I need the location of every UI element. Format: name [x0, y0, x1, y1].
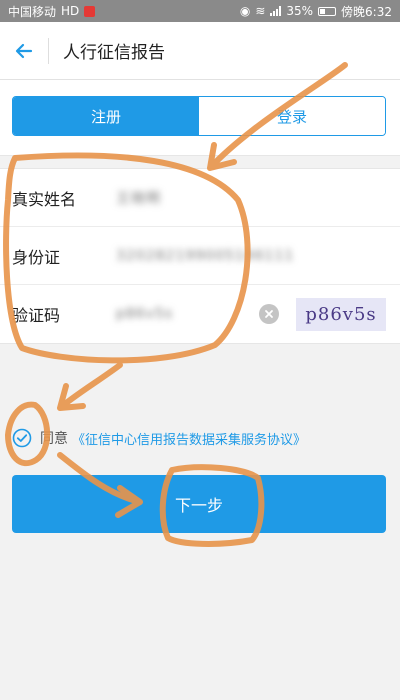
tab-login[interactable]: 登录: [199, 97, 385, 135]
agree-label: 同意: [40, 431, 68, 447]
id-card-input[interactable]: 320282199005146111: [116, 248, 294, 264]
app-header: 人行征信报告: [0, 22, 400, 80]
arrow-left-icon: [15, 43, 33, 58]
name-input[interactable]: 王晓明: [116, 188, 161, 208]
next-button[interactable]: 下一步: [12, 475, 386, 533]
eye-icon: ◉: [239, 4, 251, 18]
code-input[interactable]: p86v5s: [116, 306, 173, 322]
id-card-label: 身份证: [12, 247, 61, 267]
agreement-link[interactable]: 《征信中心信用报告数据采集服务协议》: [72, 429, 306, 448]
registration-form: 真实姓名 王晓明 身份证 320282199005146111 验证码 p86v…: [0, 168, 400, 344]
tab-area: 注册 登录: [0, 80, 400, 156]
signal-icon: [270, 6, 282, 16]
wifi-icon: ≋: [255, 4, 266, 18]
message-notification-icon: [84, 5, 96, 17]
tab-register[interactable]: 注册: [13, 97, 199, 135]
clock: 傍晚6:32: [341, 4, 392, 19]
captcha-image[interactable]: p86v5s: [296, 298, 386, 331]
back-button[interactable]: [0, 22, 48, 80]
header-divider: [48, 37, 49, 64]
id-card-row: 身份证 320282199005146111: [0, 227, 400, 285]
code-label: 验证码: [12, 306, 61, 325]
auth-tabs: 注册 登录: [12, 96, 386, 136]
carrier-label: 中国移动: [8, 4, 57, 19]
name-row: 真实姓名 王晓明: [0, 169, 400, 227]
battery-icon: [318, 6, 337, 16]
hd-label: HD: [61, 4, 80, 18]
checkmark-circle-icon[interactable]: [12, 428, 32, 448]
page-title: 人行征信报告: [63, 43, 165, 63]
status-bar: 中国移动 HD ◉ ≋ 35% 傍晚6:32: [0, 0, 400, 22]
annotation-arrow-2: [57, 362, 123, 411]
agreement-row: 同意 《征信中心信用报告数据采集服务协议》: [12, 425, 392, 451]
battery-percent: 35%: [286, 4, 314, 18]
close-icon: [265, 310, 273, 318]
code-row: 验证码 p86v5s p86v5s: [0, 285, 400, 343]
name-label: 真实姓名: [12, 189, 77, 209]
clear-input-button[interactable]: [259, 304, 279, 324]
